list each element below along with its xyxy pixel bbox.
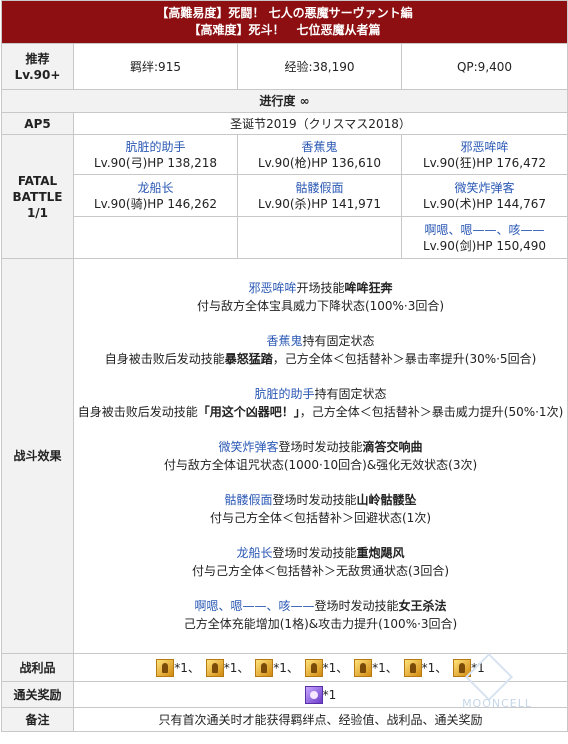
ap-label: AP5 [1,112,74,135]
effect-detail: 自身被击败后发动技能「用这个凶器吧！」，己方全体＜包括替补＞暴击威力提升(50%… [77,405,564,419]
saint-quartz-icon[interactable] [304,685,323,704]
drop-item[interactable]: *1、 [354,658,398,677]
drop-item[interactable]: *1、 [403,658,447,677]
drops-label: 战利品 [1,653,74,682]
effect-enemy-link[interactable]: 骷髅假面 [224,493,272,507]
enemy-link[interactable]: 肮脏的助手 [74,139,237,155]
enemy-cell: 香蕉鬼 Lv.90(枪)HP 136,610 [237,134,402,175]
effect-enemy-link[interactable]: 邪恶哞哞 [248,281,296,295]
gold-ember-icon[interactable] [354,658,373,677]
effect-skill-name: 山岭骷髅坠 [356,493,417,507]
enemy-stats: Lv.90(剑)HP 150,490 [422,238,546,253]
gold-ember-icon[interactable] [255,658,274,677]
enemy-stats: Lv.90(枪)HP 136,610 [257,155,381,170]
quest-title-header: 【高難易度】死闘！ 七人の悪魔サーヴァント編 【高难度】死斗！ 七位恶魔从者篇 [1,0,568,44]
qp-value: QP:9,400 [401,43,568,90]
enemy-cell: 啊嗯、嗯——、咳—— Lv.90(剑)HP 150,490 [401,216,568,259]
enemy-link[interactable]: 微笑炸弹客 [402,180,567,196]
exp-value: 经验:38,190 [237,43,402,90]
quest-title-jp: 【高難易度】死闘！ 七人の悪魔サーヴァント編 [156,6,413,20]
drop-item[interactable]: *1、 [255,658,299,677]
enemy-link[interactable]: 骷髅假面 [238,180,401,196]
quest-title-cn: 【高难度】死斗！ 七位恶魔从者篇 [188,23,381,37]
enemy-cell-empty [73,216,238,259]
effect-skill-name: 女王杀法 [398,599,447,613]
gold-ember-icon[interactable] [205,658,224,677]
drop-item[interactable]: *1、 [156,658,200,677]
enemy-cell: 微笑炸弹客 Lv.90(术)HP 144,767 [401,174,568,217]
bond-value: 羁绊:915 [73,43,238,90]
effect-enemy-link[interactable]: 肮脏的助手 [254,387,314,401]
fatal-battle-label: FATAL BATTLE 1/1 [1,134,74,259]
enemy-stats: Lv.90(狂)HP 176,472 [422,155,546,170]
effect-skill-name: 「用这个凶器吧！」 [197,405,300,419]
enemy-cell: 骷髅假面 Lv.90(杀)HP 141,971 [237,174,402,217]
enemy-link[interactable]: 邪恶哞哞 [402,139,567,155]
effect-detail: 付与己方全体＜包括替补＞回避状态(1次) [210,511,431,525]
drop-item[interactable]: *1、 [304,658,348,677]
effect-skill-name: 重炮飓风 [356,546,405,560]
battle-effects: 邪恶哞哞开场技能哞哞狂奔 付与敌方全体宝具威力下降状态(100%·3回合) 香蕉… [73,258,568,654]
effect-skill-name: 哞哞狂奔 [344,281,393,295]
drop-item[interactable]: *1、 [205,658,249,677]
gold-ember-icon[interactable] [156,658,175,677]
enemy-stats: Lv.90(杀)HP 141,971 [257,196,381,211]
effect-detail: 付与己方全体＜包括替补＞无敌贯通状态(3回合) [192,564,449,578]
effect-enemy-link[interactable]: 香蕉鬼 [266,334,302,348]
effect-enemy-link[interactable]: 啊嗯、嗯——、咳—— [194,599,314,613]
enemy-link[interactable]: 啊嗯、嗯——、咳—— [402,222,567,238]
effect-detail: 己方全体充能增加(1格)&攻击力提升(100%·3回合) [183,617,458,631]
recommend-level-label: 推荐 Lv.90+ [1,43,74,90]
clear-reward-label: 通关奖励 [1,681,74,708]
effect-detail: 自身被击败后发动技能暴怒猛踏，己方全体＜包括替补＞暴击率提升(30%·5回合) [104,352,537,366]
enemy-link[interactable]: 香蕉鬼 [238,139,401,155]
effect-enemy-link[interactable]: 微笑炸弹客 [218,440,278,454]
battle-effects-label: 战斗效果 [1,258,74,654]
note-text: 只有首次通关时才能获得羁绊点、经验值、战利品、通关奖励 [73,707,568,732]
effect-detail: 付与敌方全体诅咒状态(1000·10回合)&强化无效状态(3次) [163,458,478,472]
enemy-stats: Lv.90(术)HP 144,767 [422,196,546,211]
effect-enemy-link[interactable]: 龙船长 [236,546,272,560]
enemy-cell: 邪恶哞哞 Lv.90(狂)HP 176,472 [401,134,568,175]
enemy-stats: Lv.90(弓)HP 138,218 [93,155,217,170]
enemy-cell: 龙船长 Lv.90(骑)HP 146,262 [73,174,238,217]
gold-ember-icon[interactable] [304,658,323,677]
effect-skill-name: 滴答交响曲 [362,440,423,454]
effect-skill-name: 暴怒猛踏 [224,352,273,366]
event-name: 圣诞节2019（クリスマス2018） [73,112,568,135]
effect-detail: 付与敌方全体宝具威力下降状态(100%·3回合) [196,299,445,313]
gold-ember-icon[interactable] [403,658,422,677]
watermark: MOONCELL [462,697,532,710]
progress-row: 进行度 ∞ [1,89,568,113]
enemy-cell-empty [237,216,402,259]
quest-table: 【高難易度】死闘！ 七人の悪魔サーヴァント編 【高难度】死斗！ 七位恶魔从者篇 … [1,0,568,732]
enemy-cell: 肮脏的助手 Lv.90(弓)HP 138,218 [73,134,238,175]
enemy-stats: Lv.90(骑)HP 146,262 [93,196,217,211]
enemy-link[interactable]: 龙船长 [74,180,237,196]
note-label: 备注 [1,707,74,732]
